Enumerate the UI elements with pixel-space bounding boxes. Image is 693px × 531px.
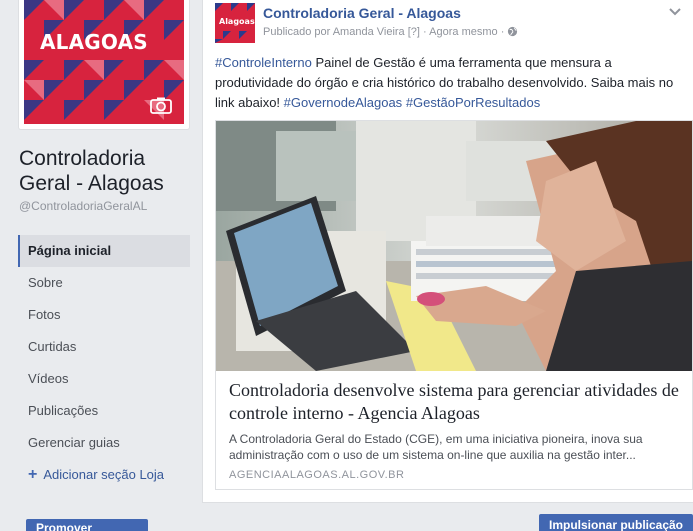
promote-button[interactable]: Promover [26,519,148,531]
left-column: ALAGOAS Controladoria Geral - Alagoas @C… [0,0,200,531]
post-author[interactable]: Controladoria Geral - Alagoas [263,5,461,21]
camera-icon[interactable] [150,97,172,114]
meta-separator: · [500,26,505,38]
hashtag-governo-de-alagoas[interactable]: #GovernodeAlagoas [284,95,403,110]
nav-item-photos[interactable]: Fotos [18,299,190,331]
globe-icon[interactable] [507,26,518,37]
profile-logo-text: ALAGOAS [40,30,148,54]
link-preview[interactable]: Controladoria desenvolve sistema para ge… [215,120,693,490]
meta-separator: · [423,26,427,38]
plus-icon: + [28,466,38,483]
hashtag-controle-interno[interactable]: #ControleInterno [215,55,312,70]
link-preview-description: A Controladoria Geral do Estado (CGE), e… [229,432,643,462]
post-text: #ControleInterno Painel de Gestão é uma … [215,53,685,113]
post-publisher[interactable]: Publicado por Amanda Vieira [263,26,405,38]
link-preview-title[interactable]: Controladoria desenvolve sistema para ge… [229,379,684,425]
nav-item-manage-tabs[interactable]: Gerenciar guias [18,427,190,459]
profile-picture-frame: ALAGOAS [18,0,190,130]
boost-post-button[interactable]: Impulsionar publicação [539,514,693,531]
nav-item-videos[interactable]: Vídeos [18,363,190,395]
nav-item-about[interactable]: Sobre [18,267,190,299]
add-shop-section-label: Adicionar seção Loja [43,467,165,482]
add-shop-section-link[interactable]: + Adicionar seção Loja [18,459,190,491]
post-avatar[interactable]: Alagoas [215,3,255,43]
page-handle[interactable]: @ControladoriaGeralAL [19,199,147,213]
post-card: Alagoas Controladoria Geral - Alagoas Pu… [202,0,693,503]
link-preview-image[interactable] [216,121,692,371]
nav-item-posts[interactable]: Publicações [18,395,190,427]
nav-item-likes[interactable]: Curtidas [18,331,190,363]
nav-item-home[interactable]: Página inicial [18,235,190,267]
page-nav: Página inicial Sobre Fotos Curtidas Víde… [18,235,190,491]
profile-picture[interactable]: ALAGOAS [24,0,184,124]
office-photo [216,121,692,371]
post-timestamp[interactable]: Agora mesmo [429,26,497,38]
page-name[interactable]: Controladoria Geral - Alagoas [19,146,199,196]
hashtag-gestao-por-resultados[interactable]: #GestãoPorResultados [406,95,540,110]
post-meta: Publicado por Amanda Vieira [?] · Agora … [263,26,518,38]
link-preview-domain: AGENCIAALAGOAS.AL.GOV.BR [229,469,405,481]
avatar-logo-text: Alagoas [219,17,255,26]
chevron-down-icon[interactable] [669,8,681,16]
help-link[interactable]: [?] [408,26,420,38]
